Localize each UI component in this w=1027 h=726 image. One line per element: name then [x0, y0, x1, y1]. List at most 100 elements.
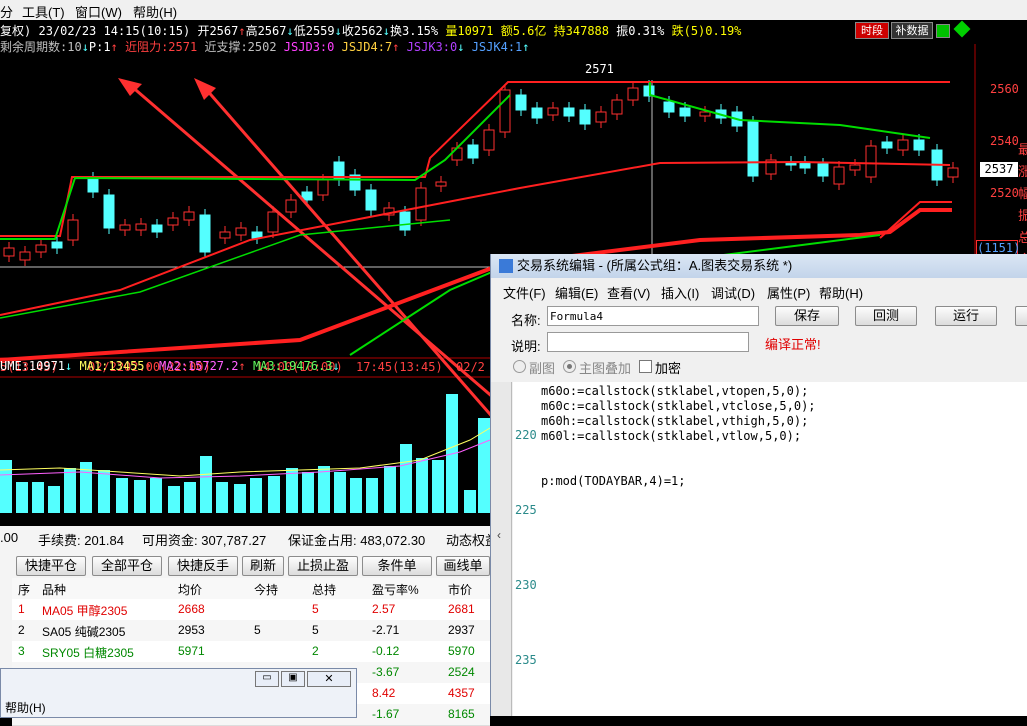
chevron-left-icon[interactable]: ‹: [497, 528, 501, 542]
cell-price: 4357: [448, 686, 475, 700]
period-tag[interactable]: 时段: [855, 22, 889, 39]
candle-body: [663, 101, 675, 113]
candle-body: [135, 223, 147, 231]
table-row[interactable]: 1 MA05 甲醇2305 2668 5 2.57 2681: [12, 599, 490, 621]
volume-bars: [0, 394, 491, 513]
dmenu-edit[interactable]: 编辑(E): [555, 283, 598, 302]
radio-main[interactable]: [563, 360, 576, 373]
amplitude-text: 振0.31%: [616, 24, 665, 38]
floating-subwindow: ▭ ▣ ✕ 帮助(H): [0, 668, 357, 718]
volume-bar: [268, 476, 280, 513]
volume-bar: [16, 482, 28, 513]
candle-body: [547, 107, 559, 116]
volume-bar: [150, 478, 162, 513]
volume-bar: [168, 486, 180, 513]
volume-bar: [302, 472, 314, 513]
volume-info-line: UME:10971↓ MA1:13455↑ MA2:15727.2↑ MA3:1…: [0, 359, 340, 373]
close-icon[interactable]: ✕: [307, 671, 351, 687]
quick-close-button[interactable]: 快捷平仓: [16, 556, 86, 576]
code-line: m60c:=callstock(stklabel,vtclose,5,0);: [541, 399, 816, 413]
app-icon: [499, 259, 513, 273]
volume-text: 量10971: [445, 24, 494, 38]
candle-body: [415, 187, 427, 221]
run-button[interactable]: 运行: [935, 306, 997, 326]
line-order-button[interactable]: 画线单: [436, 556, 490, 576]
name-input[interactable]: [547, 306, 759, 326]
dmenu-view[interactable]: 查看(V): [607, 283, 650, 302]
jsjd3-text: JSJD3:0: [283, 40, 335, 54]
dmenu-debug[interactable]: 调试(D): [711, 283, 755, 302]
maximize-icon[interactable]: ▣: [281, 671, 305, 687]
cell-price: 2681: [448, 602, 475, 616]
candle-body: [87, 177, 99, 193]
change-text: 跌(5)0.19%: [671, 24, 742, 38]
volume-bar: [286, 468, 298, 513]
collapse-bar[interactable]: ‹: [491, 382, 512, 716]
dialog-titlebar[interactable]: 交易系统编辑 - (所属公式组：A.图表交易系统 *): [491, 254, 1027, 278]
quick-reverse-button[interactable]: 快捷反手: [168, 556, 238, 576]
menu-partial[interactable]: 分: [0, 2, 13, 21]
time-tick-4: 17:45(13:45): [356, 360, 443, 374]
candle-body: [219, 231, 231, 239]
menu-window[interactable]: 窗口(W): [75, 2, 122, 21]
candle-body: [399, 211, 411, 231]
table-header: 序 品种 均价 今持 总持 盈亏率% 市价: [12, 578, 490, 600]
encrypt-checkbox[interactable]: [639, 360, 652, 373]
minimize-icon[interactable]: ▭: [255, 671, 279, 687]
table-row[interactable]: 2 SA05 纯碱2305 2953 5 5 -2.71 2937: [12, 620, 490, 642]
cell-price: 2937: [448, 623, 475, 637]
cell-no: 1: [18, 602, 25, 616]
volume-bar: [318, 466, 330, 513]
cell-total: 5: [312, 623, 319, 637]
candle-body: [817, 163, 829, 177]
fee-text: 手续费: 201.84: [38, 533, 124, 548]
candle-body: [849, 164, 861, 171]
candle-body: [167, 217, 179, 226]
candle-body: [947, 167, 959, 178]
refresh-button[interactable]: 刷新: [242, 556, 284, 576]
desc-input[interactable]: [547, 332, 749, 352]
close-all-button[interactable]: 全部平仓: [92, 556, 162, 576]
close-text: 收2562: [341, 24, 383, 38]
dmenu-property[interactable]: 属性(P): [767, 283, 810, 302]
radio-sub[interactable]: [513, 360, 526, 373]
candle-body: [365, 189, 377, 211]
stop-loss-button[interactable]: 止损止盈: [288, 556, 358, 576]
table-row[interactable]: 3 SRY05 白糖2305 5971 2 -0.12 5970: [12, 641, 490, 663]
menu-help[interactable]: 帮助(H): [133, 2, 177, 21]
code-line: m60l:=callstock(stklabel,vtlow,5,0);: [541, 429, 802, 443]
green-square-icon[interactable]: [936, 24, 950, 38]
name-label: 名称:: [511, 313, 541, 328]
encrypt-label: 加密: [655, 361, 682, 376]
fill-data-button[interactable]: 补数据: [891, 22, 933, 39]
volume-bar: [48, 486, 60, 513]
margin-used-text: 保证金占用: 483,072.30: [288, 533, 426, 548]
candle-body: [51, 241, 63, 249]
subwin-menu-help[interactable]: 帮助(H): [5, 699, 46, 716]
radio-main-label: 主图叠加: [579, 361, 632, 376]
line-number-gutter: 220 225 230 235: [513, 382, 542, 716]
volume-bar: [366, 478, 378, 513]
extra-button[interactable]: [1015, 306, 1027, 326]
code-editor[interactable]: m60o:=callstock(stklabel,vtopen,5,0); m60…: [541, 382, 1027, 716]
dmenu-insert[interactable]: 插入(I): [661, 283, 699, 302]
menu-tools[interactable]: 工具(T): [22, 2, 65, 21]
vol-text: UME:10971: [0, 359, 66, 373]
save-button[interactable]: 保存: [775, 306, 839, 326]
candle-body: [199, 214, 211, 253]
candle-body: [913, 139, 925, 151]
candle-body: [515, 94, 527, 111]
candle-body: [595, 111, 607, 123]
cell-avg: 2668: [178, 602, 205, 616]
time-text: 14:15(10:15): [103, 24, 191, 38]
dmenu-file[interactable]: 文件(F): [503, 283, 546, 302]
code-line: m60o:=callstock(stklabel,vtopen,5,0);: [541, 384, 809, 398]
conditional-order-button[interactable]: 条件单: [362, 556, 432, 576]
volume-bar: [0, 460, 12, 513]
cell-avg: 2953: [178, 623, 205, 637]
dmenu-help[interactable]: 帮助(H): [819, 283, 863, 302]
backtest-button[interactable]: 回测: [855, 306, 917, 326]
cell-pnl: -3.67: [372, 665, 400, 679]
cell-pnl: -1.67: [372, 707, 400, 721]
code-line: m60h:=callstock(stklabel,vthigh,5,0);: [541, 414, 809, 428]
